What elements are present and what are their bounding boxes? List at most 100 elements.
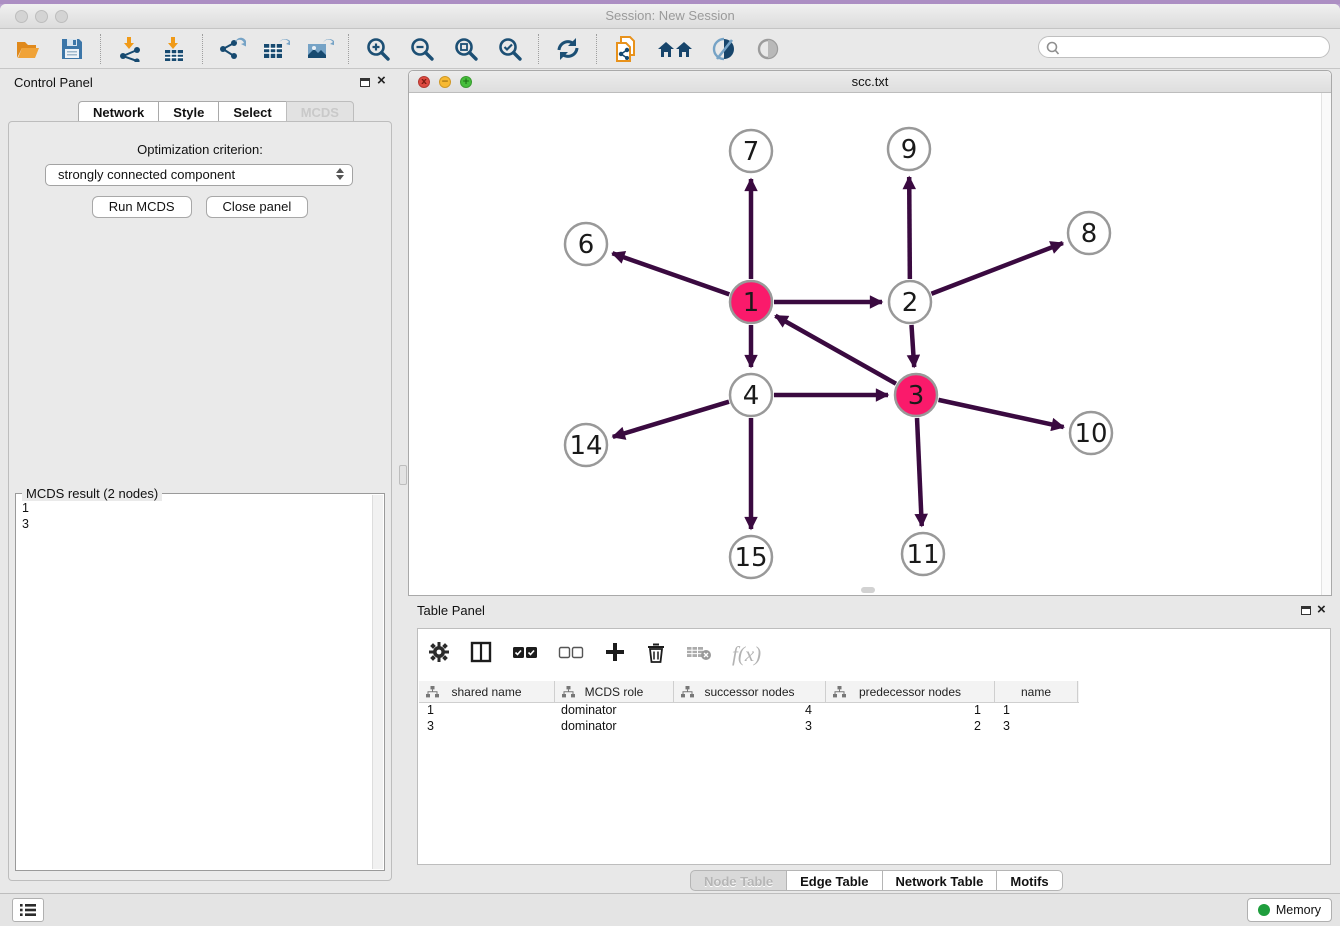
criterion-value: strongly connected component [58,167,235,182]
network-graph[interactable]: 1 2 3 4 6 7 8 9 10 11 14 15 [409,93,1331,595]
optimization-criterion-label: Optimization criterion: [9,142,391,157]
duplicate-network-icon[interactable] [612,35,640,63]
settings-gear-icon[interactable] [428,641,450,668]
node-1[interactable]: 1 [730,281,772,323]
result-scrollbar[interactable] [372,495,383,869]
node-4[interactable]: 4 [730,374,772,416]
column-header-mcds-role[interactable]: MCDS role [555,681,674,702]
deselect-all-icon[interactable] [558,644,584,665]
hierarchy-icon [833,686,846,698]
memory-button[interactable]: Memory [1247,898,1332,922]
export-network-icon[interactable] [218,35,246,63]
edge-3-1[interactable] [775,316,896,384]
eye-icon[interactable] [754,35,782,63]
node-15[interactable]: 15 [730,536,772,578]
node-8[interactable]: 8 [1068,212,1110,254]
edge-1-6[interactable] [612,253,729,294]
control-panel-title: Control Panel [14,75,93,90]
export-table-icon[interactable] [262,35,290,63]
edge-2-9[interactable] [909,177,910,279]
list-icon [19,903,37,917]
tab-network[interactable]: Network [78,101,158,122]
table-toolbar: f(x) [428,637,761,671]
close-panel-button[interactable]: Close panel [206,196,309,218]
control-panel-tabs: Network Style Select MCDS [78,101,354,122]
import-table-icon[interactable] [160,35,188,63]
table-header-row: shared name MCDS role successor nodes pr… [419,681,1079,703]
column-header-name[interactable]: name [995,681,1078,702]
node-label: 11 [906,540,939,570]
open-session-icon[interactable] [14,35,42,63]
delete-row-icon[interactable] [646,641,666,668]
application-window: Session: New Session [0,0,1340,926]
zoom-out-icon[interactable] [408,35,436,63]
tab-motifs[interactable]: Motifs [996,870,1062,891]
houses-icon[interactable] [656,35,694,63]
search-input[interactable] [1065,38,1324,58]
network-horizontal-scroll-thumb[interactable] [861,587,875,593]
select-all-icon[interactable] [512,644,538,665]
edge-3-11[interactable] [917,418,922,526]
split-columns-icon[interactable] [470,641,492,668]
node-9[interactable]: 9 [888,128,930,170]
control-panel-float-icon[interactable] [360,78,370,87]
run-mcds-button[interactable]: Run MCDS [92,196,192,218]
node-label: 14 [569,431,602,461]
criterion-dropdown[interactable]: strongly connected component [45,164,353,186]
network-vertical-scrollbar[interactable] [1321,93,1331,595]
column-header-predecessor-nodes[interactable]: predecessor nodes [826,681,995,702]
edge-3-10[interactable] [938,400,1063,427]
mcds-result-line: 1 [22,500,29,516]
apply-layout-icon[interactable] [554,35,582,63]
tab-style[interactable]: Style [158,101,218,122]
table-row[interactable]: 3 dominator 3 2 3 [419,719,1079,735]
node-2[interactable]: 2 [889,281,931,323]
tab-mcds[interactable]: MCDS [286,101,354,122]
add-row-icon[interactable] [604,641,626,668]
mcds-result-line: 3 [22,516,29,532]
node-10[interactable]: 10 [1070,412,1112,454]
table-panel-float-icon[interactable] [1301,606,1311,615]
import-network-icon[interactable] [116,35,144,63]
task-history-button[interactable] [12,898,44,922]
table-row[interactable]: 1 dominator 4 1 1 [419,703,1079,719]
edge-4-14[interactable] [613,402,729,437]
node-label: 2 [902,288,919,318]
zoom-selected-icon[interactable] [496,35,524,63]
node-label: 4 [743,381,760,411]
control-panel-close-icon[interactable]: × [377,72,386,89]
titlebar: Session: New Session [0,4,1340,29]
network-view-title: scc.txt [409,74,1331,89]
tab-node-table[interactable]: Node Table [690,870,786,891]
node-6[interactable]: 6 [565,223,607,265]
edge-2-8[interactable] [931,243,1062,294]
delete-table-icon[interactable] [686,643,712,666]
node-7[interactable]: 7 [730,130,772,172]
column-header-successor-nodes[interactable]: successor nodes [674,681,826,702]
network-canvas[interactable]: 1 2 3 4 6 7 8 9 10 11 14 15 [409,93,1331,595]
node-label: 8 [1081,219,1098,249]
node-label: 6 [578,230,595,260]
node-11[interactable]: 11 [902,533,944,575]
main-window: Session: New Session [0,4,1340,926]
tab-edge-table[interactable]: Edge Table [786,870,881,891]
function-builder-icon[interactable]: f(x) [732,642,761,667]
edge-2-3[interactable] [911,325,914,367]
node-table-panel: f(x) shared name MCDS role successor nod… [417,628,1331,865]
tab-network-table[interactable]: Network Table [882,870,997,891]
save-session-icon[interactable] [58,35,86,63]
column-header-shared-name[interactable]: shared name [419,681,555,702]
search-field[interactable] [1038,36,1330,58]
node-3[interactable]: 3 [895,374,937,416]
export-image-icon[interactable] [306,35,334,63]
zoom-in-icon[interactable] [364,35,392,63]
table-panel-close-icon[interactable]: × [1317,601,1326,618]
node-14[interactable]: 14 [565,424,607,466]
tab-select[interactable]: Select [218,101,285,122]
network-view-window: x − + scc.txt 1234678910111415 [408,70,1332,596]
zoom-fit-icon[interactable] [452,35,480,63]
node-label: 15 [734,543,767,573]
search-icon [1046,40,1060,56]
toggle-details-icon[interactable] [710,35,738,63]
panel-splitter-grip[interactable] [399,465,407,485]
